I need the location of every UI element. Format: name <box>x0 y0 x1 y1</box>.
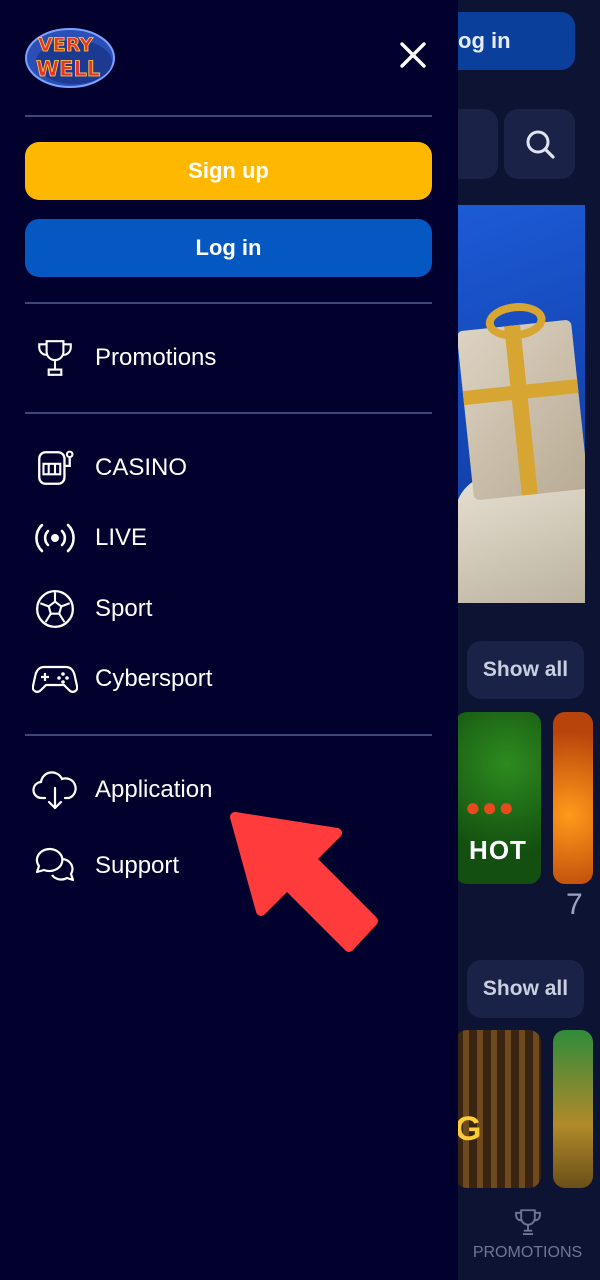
menu-label: Support <box>95 852 180 879</box>
divider <box>25 302 432 304</box>
game-card-title: HOT <box>469 835 527 865</box>
divider <box>25 412 432 414</box>
divider <box>25 115 432 117</box>
game-card-title: G <box>455 1110 482 1148</box>
chat-icon <box>25 842 85 890</box>
search-icon <box>526 130 555 159</box>
menu-item-live[interactable]: LIVE <box>25 510 432 566</box>
menu-item-cybersport[interactable]: Cybersport <box>25 651 432 707</box>
annotation-arrow <box>230 812 378 952</box>
menu-item-promotions[interactable]: Promotions <box>25 330 432 386</box>
fruits-graphic: ●●● <box>465 792 516 822</box>
menu-item-casino[interactable]: CASINO <box>25 440 432 496</box>
show-all-button[interactable]: Show all <box>467 641 584 699</box>
close-button[interactable] <box>392 36 434 74</box>
menu-label: CASINO <box>95 454 188 481</box>
background-search-button[interactable] <box>504 109 575 179</box>
svg-text:VERY: VERY <box>38 34 93 56</box>
gamepad-icon <box>25 655 85 703</box>
menu-label: Cybersport <box>95 665 213 692</box>
show-all-button[interactable]: Show all <box>467 960 584 1018</box>
bottom-tab-promotions[interactable]: PROMOTIONS <box>455 1198 600 1270</box>
menu-item-sport[interactable]: Sport <box>25 581 432 637</box>
slot-machine-icon <box>25 444 85 492</box>
close-icon <box>400 42 426 68</box>
trophy-icon <box>25 334 85 382</box>
game-card-orange[interactable] <box>553 712 593 884</box>
game-card-hot[interactable]: ●●● HOT <box>455 712 541 884</box>
soccer-ball-icon <box>25 585 85 633</box>
menu-label: LIVE <box>95 524 148 551</box>
menu-label: Sport <box>95 595 153 622</box>
cloud-download-icon <box>25 766 85 814</box>
live-broadcast-icon <box>25 514 85 562</box>
trophy-icon <box>514 1209 541 1235</box>
gift-box-image <box>456 300 585 501</box>
svg-text:WELL: WELL <box>36 57 100 81</box>
partial-glyph: 7 <box>566 888 583 921</box>
login-button[interactable]: Log in <box>25 219 432 277</box>
promo-banner[interactable] <box>455 205 585 603</box>
verywell-logo[interactable]: VERY WELL <box>24 24 116 90</box>
divider <box>25 734 432 736</box>
signup-button[interactable]: Sign up <box>25 142 432 200</box>
game-card-gold[interactable]: G <box>455 1030 541 1188</box>
menu-label: Promotions <box>95 344 217 371</box>
game-card-green[interactable] <box>553 1030 593 1188</box>
side-drawer: VERY WELL Sign up Log in Promotions CASI… <box>0 0 458 1280</box>
bottom-tab-label: PROMOTIONS <box>472 1244 583 1261</box>
menu-label: Application <box>95 776 213 803</box>
